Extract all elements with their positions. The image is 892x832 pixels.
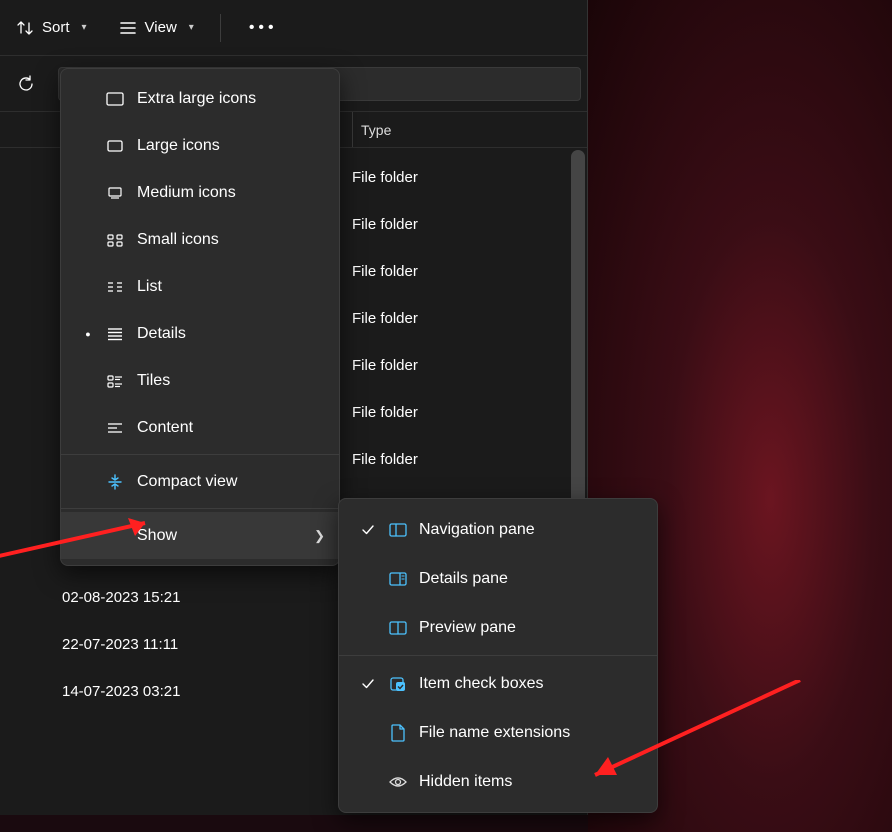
details-icon bbox=[101, 326, 129, 342]
submenu-label: Preview pane bbox=[419, 619, 516, 637]
scrollbar[interactable] bbox=[571, 150, 585, 550]
menu-separator bbox=[61, 508, 339, 509]
menu-item-label: Large icons bbox=[137, 137, 220, 155]
toolbar: Sort ▾ View ▾ ••• bbox=[0, 0, 587, 56]
toolbar-divider bbox=[220, 14, 221, 42]
refresh-icon bbox=[16, 74, 36, 94]
menu-item-label: List bbox=[137, 278, 162, 296]
refresh-button[interactable] bbox=[6, 64, 46, 104]
file-date: 14-07-2023 03:21 bbox=[62, 683, 352, 700]
details-pane-icon bbox=[383, 571, 413, 587]
checkmark-icon bbox=[353, 676, 383, 692]
file-type: File folder bbox=[352, 404, 418, 421]
submenu-label: Hidden items bbox=[419, 773, 512, 791]
menu-item-compact-view[interactable]: Compact view bbox=[61, 458, 339, 505]
sort-button[interactable]: Sort ▾ bbox=[4, 12, 99, 44]
small-icons-icon bbox=[101, 232, 129, 248]
more-options-button[interactable]: ••• bbox=[235, 15, 292, 41]
file-date: 22-07-2023 11:11 bbox=[62, 636, 352, 653]
menu-item-label: Content bbox=[137, 419, 193, 437]
menu-item-content[interactable]: Content bbox=[61, 404, 339, 451]
preview-pane-icon bbox=[383, 620, 413, 636]
menu-item-label: Medium icons bbox=[137, 184, 236, 202]
tiles-icon bbox=[101, 373, 129, 389]
submenu-item-check-boxes[interactable]: Item check boxes bbox=[339, 659, 657, 708]
submenu-navigation-pane[interactable]: Navigation pane bbox=[339, 505, 657, 554]
menu-item-list[interactable]: List bbox=[61, 263, 339, 310]
file-date: 02-08-2023 15:21 bbox=[62, 589, 352, 606]
submenu-separator bbox=[339, 655, 657, 656]
medium-icons-icon bbox=[101, 185, 129, 201]
menu-item-label: Small icons bbox=[137, 231, 219, 249]
submenu-file-name-extensions[interactable]: File name extensions bbox=[339, 708, 657, 757]
file-type: File folder bbox=[352, 357, 418, 374]
show-submenu: Navigation pane Details pane Preview pan… bbox=[338, 498, 658, 813]
file-extensions-icon bbox=[383, 723, 413, 743]
chevron-down-icon: ▾ bbox=[189, 22, 194, 33]
file-type: File folder bbox=[352, 310, 418, 327]
submenu-label: File name extensions bbox=[419, 724, 570, 742]
menu-item-show[interactable]: Show ❯ bbox=[61, 512, 339, 559]
submenu-details-pane[interactable]: Details pane bbox=[339, 554, 657, 603]
menu-item-label: Show bbox=[137, 527, 177, 545]
checkboxes-icon bbox=[383, 675, 413, 693]
extra-large-icons-icon bbox=[101, 91, 129, 107]
view-label: View bbox=[145, 19, 177, 36]
menu-item-small-icons[interactable]: Small icons bbox=[61, 216, 339, 263]
submenu-label: Item check boxes bbox=[419, 675, 544, 693]
view-menu: Extra large icons Large icons Medium ico… bbox=[60, 68, 340, 566]
selected-indicator: ● bbox=[75, 329, 101, 339]
chevron-down-icon: ▾ bbox=[82, 22, 87, 33]
menu-item-label: Compact view bbox=[137, 473, 237, 491]
menu-item-tiles[interactable]: Tiles bbox=[61, 357, 339, 404]
column-type[interactable]: Type bbox=[352, 112, 391, 147]
list-icon bbox=[101, 279, 129, 295]
submenu-preview-pane[interactable]: Preview pane bbox=[339, 603, 657, 652]
menu-separator bbox=[61, 454, 339, 455]
view-button[interactable]: View ▾ bbox=[107, 12, 206, 44]
submenu-hidden-items[interactable]: Hidden items bbox=[339, 757, 657, 806]
file-type: File folder bbox=[352, 451, 418, 468]
chevron-right-icon: ❯ bbox=[314, 528, 325, 544]
large-icons-icon bbox=[101, 138, 129, 154]
menu-item-label: Tiles bbox=[137, 372, 170, 390]
menu-item-medium-icons[interactable]: Medium icons bbox=[61, 169, 339, 216]
file-type: File folder bbox=[352, 216, 418, 233]
hidden-items-icon bbox=[383, 774, 413, 790]
compact-view-icon bbox=[101, 473, 129, 491]
file-type: File folder bbox=[352, 263, 418, 280]
menu-item-label: Details bbox=[137, 325, 186, 343]
submenu-label: Details pane bbox=[419, 570, 508, 588]
view-icon bbox=[119, 19, 137, 37]
menu-item-details[interactable]: ● Details bbox=[61, 310, 339, 357]
menu-item-label: Extra large icons bbox=[137, 90, 256, 108]
navigation-pane-icon bbox=[383, 522, 413, 538]
sort-icon bbox=[16, 19, 34, 37]
menu-item-large-icons[interactable]: Large icons bbox=[61, 122, 339, 169]
sort-label: Sort bbox=[42, 19, 70, 36]
file-type: File folder bbox=[352, 169, 418, 186]
content-icon bbox=[101, 420, 129, 436]
submenu-label: Navigation pane bbox=[419, 521, 535, 539]
checkmark-icon bbox=[353, 522, 383, 538]
menu-item-extra-large-icons[interactable]: Extra large icons bbox=[61, 75, 339, 122]
